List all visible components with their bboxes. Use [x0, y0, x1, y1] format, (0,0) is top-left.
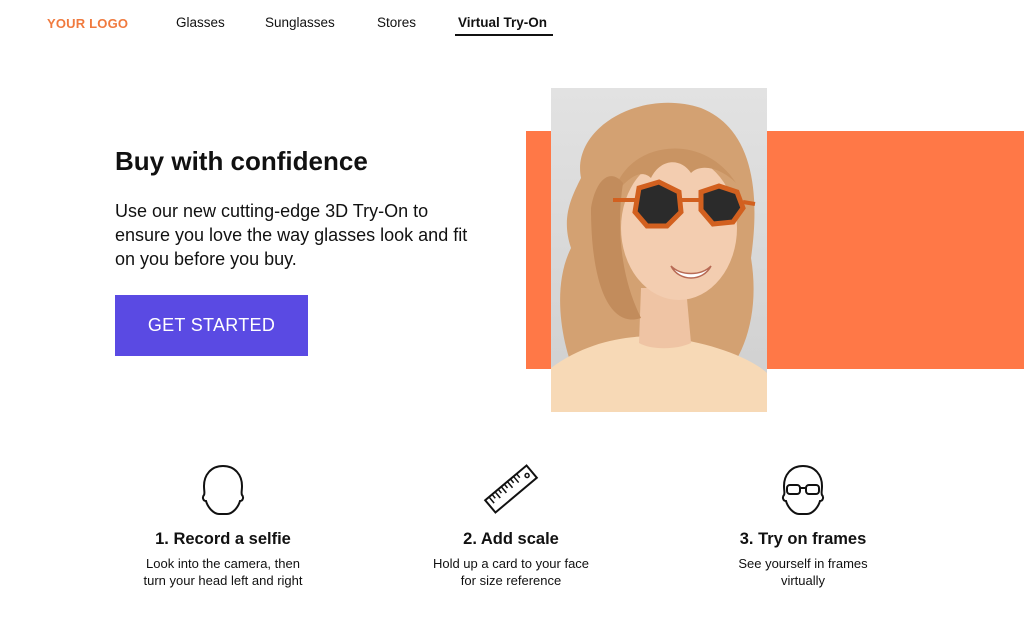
nav-link-sunglasses[interactable]: Sunglasses — [265, 15, 335, 30]
step-record-selfie: 1. Record a selfie Look into the camera,… — [108, 458, 338, 589]
step-try-on-frames: 3. Try on frames See yourself in frames … — [688, 458, 918, 589]
logo[interactable]: YOUR LOGO — [47, 16, 128, 31]
step-title: 3. Try on frames — [739, 530, 867, 548]
head-icon — [201, 464, 245, 515]
nav-link-virtual-try-on[interactable]: Virtual Try-On — [458, 15, 547, 30]
get-started-button[interactable]: GET STARTED — [115, 295, 308, 356]
head-glasses-icon — [781, 464, 825, 515]
step-title: 1. Record a selfie — [155, 530, 291, 548]
hero-description: Use our new cutting-edge 3D Try-On to en… — [115, 201, 468, 269]
step-add-scale: 2. Add scale Hold up a card to your face… — [396, 458, 626, 589]
woman-with-sunglasses-illustration — [551, 88, 767, 412]
hero-photo — [551, 88, 767, 412]
nav-link-stores[interactable]: Stores — [377, 15, 416, 30]
step-title: 2. Add scale — [463, 530, 559, 548]
hero-title: Buy with confidence — [115, 146, 368, 176]
ruler-icon — [483, 464, 539, 514]
step-description: Look into the camera, then turn your hea… — [143, 556, 303, 588]
active-nav-underline — [455, 34, 553, 36]
nav-link-glasses[interactable]: Glasses — [176, 15, 225, 30]
step-description: See yourself in frames virtually — [738, 556, 868, 588]
step-description: Hold up a card to your face for size ref… — [432, 556, 590, 588]
